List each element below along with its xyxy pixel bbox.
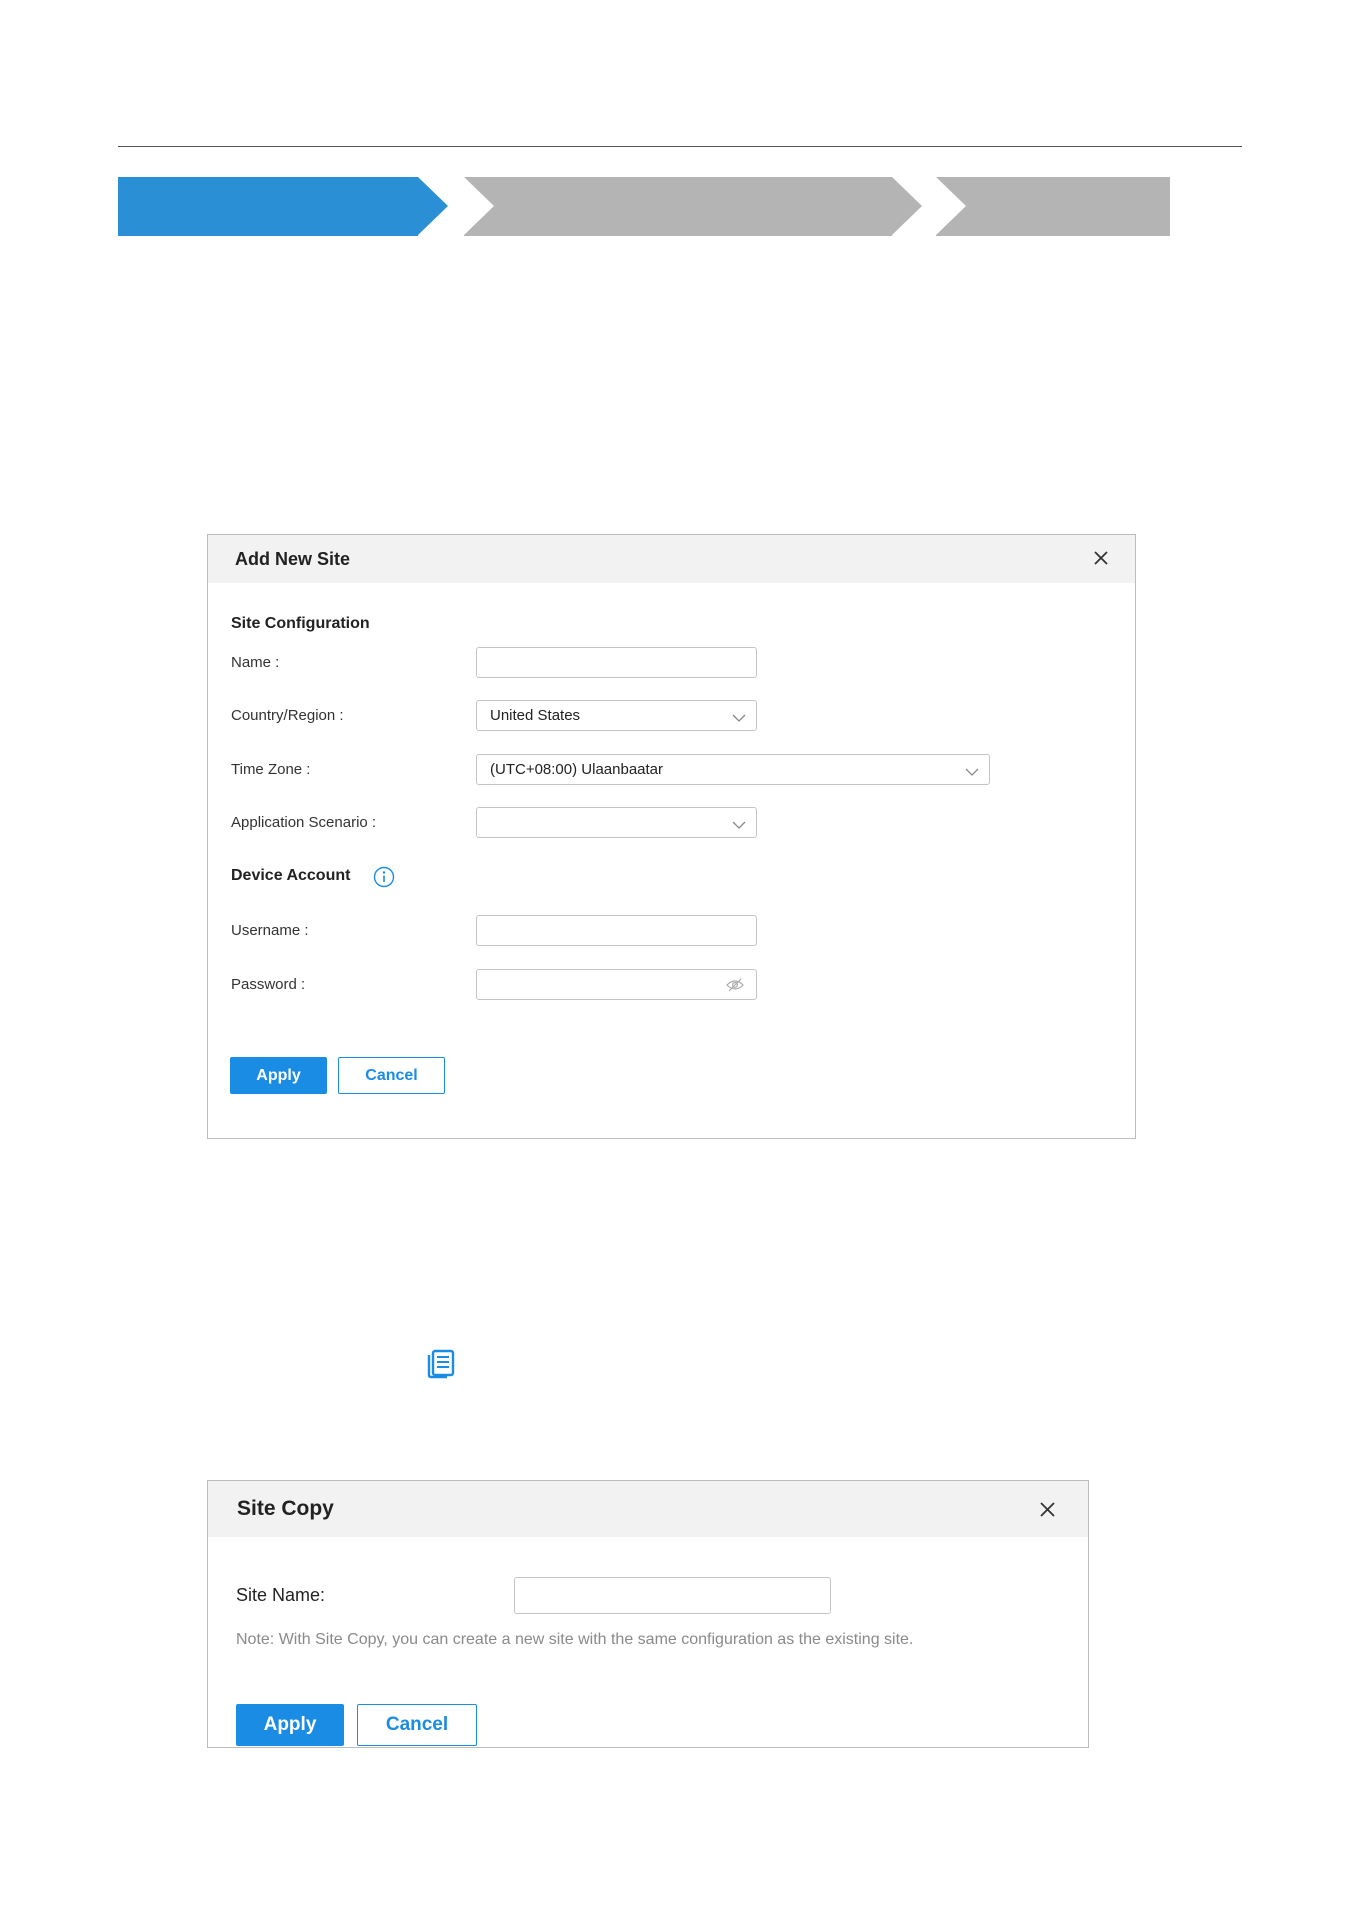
cancel-button[interactable]: Cancel bbox=[357, 1704, 477, 1746]
step-2-arrow bbox=[892, 177, 922, 235]
step-2 bbox=[464, 177, 892, 236]
add-new-site-dialog: Add New Site Site Configuration Name : C… bbox=[207, 534, 1136, 1139]
dialog-title: Add New Site bbox=[235, 549, 351, 569]
cancel-button[interactable]: Cancel bbox=[338, 1057, 445, 1094]
site-name-label: Site Name: bbox=[236, 1585, 326, 1605]
site-configuration-heading: Site Configuration bbox=[231, 615, 370, 632]
chevron-down-icon bbox=[732, 817, 746, 835]
name-label: Name : bbox=[231, 654, 280, 671]
device-account-heading: Device Account bbox=[231, 867, 351, 884]
time-zone-label: Time Zone : bbox=[231, 761, 311, 778]
application-scenario-label: Application Scenario : bbox=[231, 814, 377, 831]
password-input[interactable] bbox=[476, 969, 757, 1000]
step-3 bbox=[936, 177, 1170, 236]
step-3-notch bbox=[936, 177, 966, 235]
apply-button[interactable]: Apply bbox=[230, 1057, 327, 1094]
copy-icon[interactable] bbox=[425, 1345, 459, 1384]
eye-off-icon[interactable] bbox=[726, 977, 744, 998]
close-icon[interactable] bbox=[1039, 1501, 1056, 1518]
dialog-header: Add New Site bbox=[208, 535, 1135, 583]
dialog-header: Site Copy bbox=[208, 1481, 1088, 1537]
step-progress-bar bbox=[118, 177, 1170, 236]
info-icon[interactable] bbox=[373, 866, 395, 893]
name-input[interactable] bbox=[476, 647, 757, 678]
close-icon[interactable] bbox=[1093, 550, 1109, 566]
site-name-input[interactable] bbox=[514, 1577, 831, 1614]
site-copy-note: Note: With Site Copy, you can create a n… bbox=[236, 1631, 914, 1648]
chevron-down-icon bbox=[965, 764, 979, 782]
chevron-down-icon bbox=[732, 710, 746, 728]
password-label: Password : bbox=[231, 976, 306, 993]
step-1 bbox=[118, 177, 418, 236]
username-label: Username : bbox=[231, 922, 309, 939]
application-scenario-select[interactable] bbox=[476, 807, 757, 838]
dialog-title: Site Copy bbox=[237, 1497, 334, 1520]
country-region-label: Country/Region : bbox=[231, 707, 344, 724]
apply-button[interactable]: Apply bbox=[236, 1704, 344, 1746]
site-copy-dialog: Site Copy Site Name: Note: With Site Cop… bbox=[207, 1480, 1089, 1748]
country-region-select[interactable]: United States bbox=[476, 700, 757, 731]
username-input[interactable] bbox=[476, 915, 757, 946]
time-zone-select[interactable]: (UTC+08:00) Ulaanbaatar bbox=[476, 754, 990, 785]
step-2-notch bbox=[464, 177, 494, 235]
step-1-arrow bbox=[418, 177, 448, 235]
top-divider bbox=[118, 146, 1242, 147]
